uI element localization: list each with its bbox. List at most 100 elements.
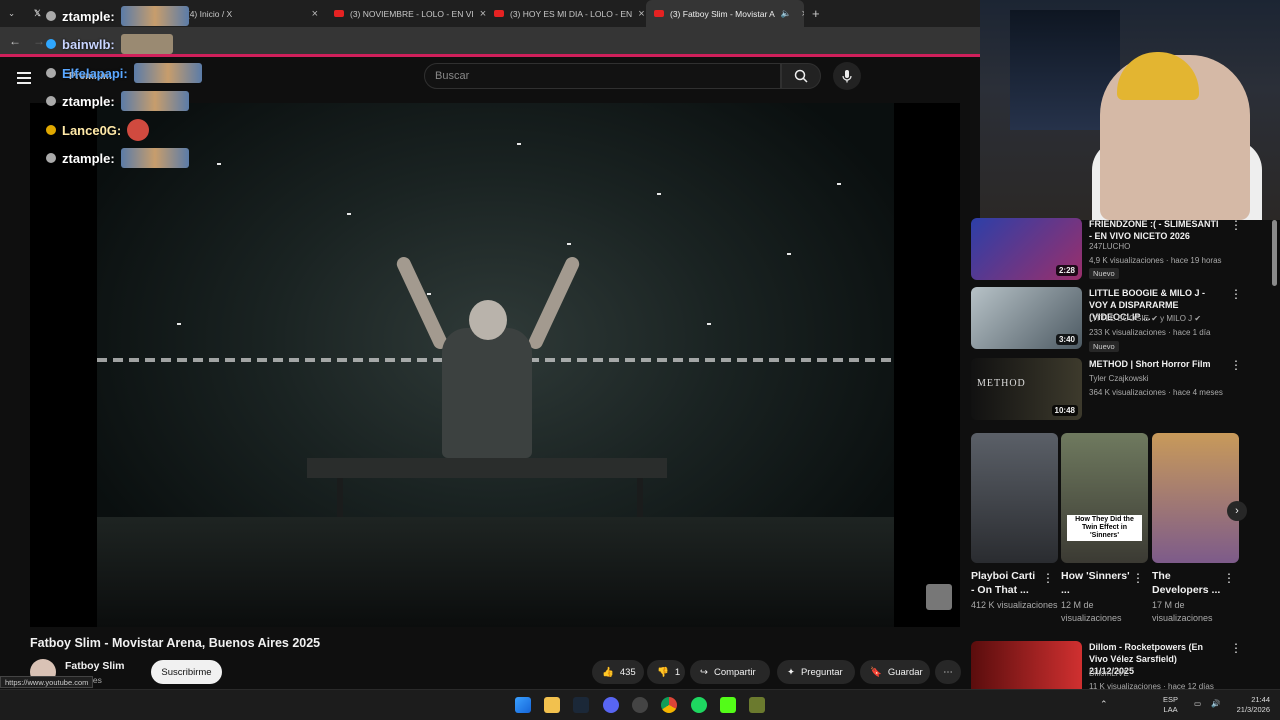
menu-icon[interactable] (17, 72, 31, 87)
scrollbar[interactable] (1272, 220, 1277, 286)
video-player[interactable] (30, 103, 960, 627)
tab-list-button[interactable]: ⌄ (0, 0, 26, 27)
rec-title[interactable]: METHOD | Short Horror Film (1089, 358, 1221, 370)
rec-item[interactable]: 3:40 LITTLE BOOGIE & MILO J - VOY A DISP… (970, 287, 1270, 352)
dj-figure (442, 328, 532, 458)
more-vert-icon[interactable]: ⋮ (1230, 358, 1242, 372)
windows-start-icon[interactable] (515, 697, 531, 713)
forward-arrow-icon[interactable]: → (33, 34, 45, 48)
obs-icon[interactable] (632, 697, 648, 713)
volume-icon[interactable]: 🔊 (1211, 699, 1220, 709)
new-tab-button[interactable]: + (804, 0, 828, 27)
microphone-icon (842, 70, 852, 83)
short-item[interactable]: How They Did the Twin Effect in 'Sinners… (1061, 433, 1148, 625)
save-button[interactable]: 🔖 Guardar (860, 660, 930, 684)
tab-noviembre[interactable]: (3) NOVIEMBRE - LOLO - EN VI × (326, 0, 486, 27)
more-vert-icon[interactable]: ⋮ (1042, 571, 1054, 585)
new-badge: Nuevo (1089, 268, 1119, 279)
badge-icon (46, 153, 56, 163)
more-vert-icon[interactable]: ⋮ (1230, 218, 1242, 232)
shorts-next-button[interactable]: › (1227, 501, 1247, 521)
duration-badge: 3:40 (1055, 334, 1078, 345)
chat-message: ztample: (46, 6, 189, 26)
short-views: 412 K visualizaciones (971, 600, 1058, 610)
short-views: 17 M de visualizaciones (1152, 600, 1213, 623)
subscribe-button[interactable]: Suscribirme (151, 660, 222, 684)
spotify-icon[interactable] (691, 697, 707, 713)
rec-channel[interactable]: DillomLIVE (1089, 669, 1129, 678)
steam-icon[interactable] (573, 697, 589, 713)
chrome-icon[interactable] (661, 697, 677, 713)
dislike-button[interactable]: 👎 1 (647, 660, 685, 684)
ask-button[interactable]: ✦ Preguntar (777, 660, 855, 684)
file-explorer-icon[interactable] (544, 697, 560, 713)
thumbs-down-icon: 👎 (657, 666, 669, 678)
emote (120, 6, 189, 26)
chat-message: bainwlb: (46, 34, 173, 54)
webcam-overlay (980, 0, 1280, 220)
channel-name[interactable]: Fatboy Slim (65, 660, 125, 672)
rec-thumbnail[interactable]: METHOD 10:48 (971, 358, 1082, 420)
search-input[interactable]: Buscar (424, 63, 781, 89)
speaker-icon[interactable]: 🔈 (781, 8, 792, 19)
short-item[interactable]: Playboi Carti - On That ... 412 K visual… (971, 433, 1058, 612)
discord-icon[interactable] (603, 697, 619, 713)
duration-badge: 10:48 (1051, 405, 1078, 416)
short-item[interactable]: The Developers ... 17 M de visualizacion… (1152, 433, 1239, 625)
language-code: ESP (1163, 695, 1179, 704)
youtube-icon (334, 10, 344, 17)
chat-username: ztample: (62, 93, 115, 109)
tab-hoy-es-mi-dia[interactable]: (3) HOY ES MI DIA - LOLO - EN × (486, 0, 646, 27)
emote (120, 91, 189, 111)
back-arrow-icon[interactable]: ← (9, 34, 21, 48)
app-icon[interactable] (749, 697, 765, 713)
more-vert-icon[interactable]: ⋮ (1230, 641, 1242, 655)
chat-username: ztample: (62, 8, 115, 24)
search-button[interactable] (781, 63, 821, 89)
rec-item[interactable]: METHOD 10:48 METHOD | Short Horror Film … (970, 358, 1270, 422)
video-title: Fatboy Slim - Movistar Arena, Buenos Air… (30, 636, 321, 650)
short-title[interactable]: Playboi Carti - On That ... (971, 569, 1041, 597)
short-thumbnail[interactable]: How They Did the Twin Effect in 'Sinners… (1061, 433, 1148, 563)
short-title[interactable]: How 'Sinners' ... (1061, 569, 1131, 597)
new-badge: Nuevo (1089, 341, 1119, 352)
like-count: 435 (619, 666, 636, 678)
chat-message: ztample: (46, 91, 189, 111)
more-icon: ⋯ (943, 666, 953, 678)
share-button[interactable]: ↪ Compartir (690, 660, 770, 684)
more-vert-icon[interactable]: ⋮ (1230, 287, 1242, 301)
short-thumbnail[interactable] (971, 433, 1058, 563)
chat-username: Elfelapapi: (62, 65, 128, 81)
rec-title[interactable]: FRIENDZONE :( - SLIMESANTI - EN VIVO NIC… (1089, 218, 1221, 242)
clock[interactable]: 21:44 21/3/2026 (1228, 695, 1270, 715)
channel-watermark[interactable] (926, 584, 952, 610)
close-icon[interactable]: × (638, 8, 644, 20)
wifi-icon[interactable]: ▭ (1194, 699, 1201, 709)
chevron-down-icon: ⌄ (8, 8, 16, 18)
voice-search-button[interactable] (833, 62, 861, 90)
more-vert-icon[interactable]: ⋮ (1223, 571, 1235, 585)
close-icon[interactable]: × (312, 8, 318, 20)
rec-channel[interactable]: 247LUCHO (1089, 242, 1130, 251)
share-label: Compartir (713, 666, 756, 678)
rec-channel[interactable]: Tyler Czajkowski (1089, 374, 1149, 383)
bookmark-icon: 🔖 (870, 666, 882, 678)
thumbnail-text: METHOD (977, 378, 1026, 389)
short-title[interactable]: The Developers ... (1152, 569, 1222, 597)
short-views: 12 M de visualizaciones (1061, 600, 1122, 623)
more-actions-button[interactable]: ⋯ (935, 660, 961, 684)
short-caption: How They Did the Twin Effect in 'Sinners… (1067, 515, 1142, 541)
chevron-up-icon[interactable]: ⌃ (1100, 699, 1108, 709)
language-indicator[interactable]: ESP LAA (1163, 695, 1178, 715)
like-button[interactable]: 👍 435 (592, 660, 644, 684)
rec-item[interactable]: 2:28 FRIENDZONE :( - SLIMESANTI - EN VIV… (970, 218, 1270, 282)
short-thumbnail[interactable] (1152, 433, 1239, 563)
kick-icon[interactable] (720, 697, 736, 713)
more-vert-icon[interactable]: ⋮ (1132, 571, 1144, 585)
rec-thumbnail[interactable]: 3:40 (971, 287, 1082, 349)
tab-fatboy-slim[interactable]: (3) Fatboy Slim - Movistar A 🔈 × (646, 0, 804, 27)
rec-channel[interactable]: LITTLE BOOGIE ✔ y MILO J ✔ (1089, 314, 1201, 323)
dj-arm-left (394, 254, 450, 352)
emote (133, 63, 202, 83)
rec-thumbnail[interactable]: 2:28 (971, 218, 1082, 280)
